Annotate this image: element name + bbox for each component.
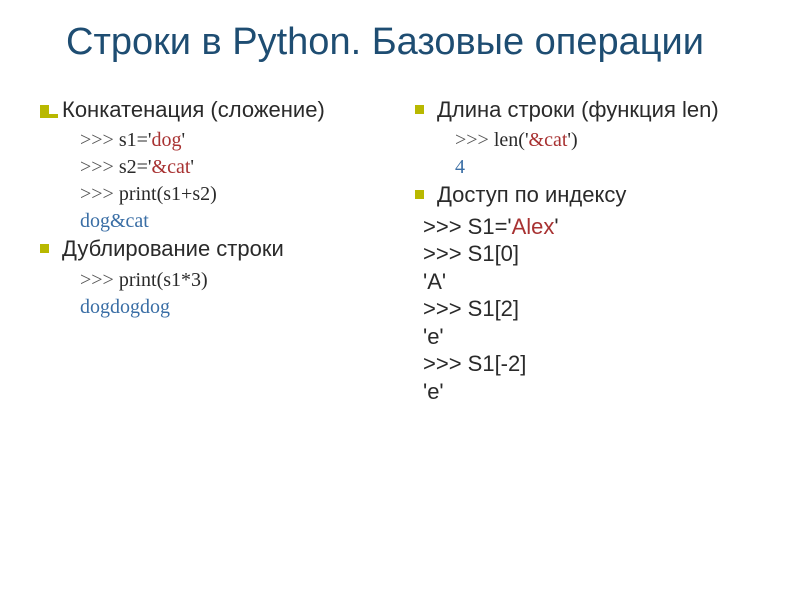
bullet-index-access: Доступ по индексу bbox=[415, 181, 760, 209]
output-index-neg2: 'e' bbox=[415, 378, 760, 406]
code-text: S1[-2] bbox=[468, 351, 527, 376]
code-s1-alex: >>> S1='Alex' bbox=[415, 213, 760, 241]
code-print-concat: >>> print(s1+s2) bbox=[40, 181, 385, 208]
prompt: >>> bbox=[455, 129, 494, 151]
code-index-neg2: >>> S1[-2] bbox=[415, 350, 760, 378]
code-index-2: >>> S1[2] bbox=[415, 295, 760, 323]
prompt: >>> bbox=[423, 241, 468, 266]
code-text: s1=' bbox=[119, 129, 152, 151]
prompt: >>> bbox=[80, 129, 119, 151]
prompt: >>> bbox=[80, 269, 119, 291]
prompt: >>> bbox=[80, 183, 119, 205]
code-close: ' bbox=[190, 156, 194, 178]
code-text: print(s1*3) bbox=[119, 269, 208, 291]
code-text: s2=' bbox=[119, 156, 152, 178]
slide-title: Строки в Python. Базовые операции bbox=[66, 20, 760, 66]
output-len: 4 bbox=[415, 154, 760, 181]
prompt: >>> bbox=[80, 156, 119, 178]
code-s2-assign: >>> s2='&cat' bbox=[40, 154, 385, 181]
bullet-length: Длина строки (функция len) bbox=[415, 96, 760, 124]
code-close: ' bbox=[554, 214, 558, 239]
slide-content: Конкатенация (сложение) >>> s1='dog' >>>… bbox=[40, 96, 760, 406]
code-s1-assign: >>> s1='dog' bbox=[40, 127, 385, 154]
code-close: ') bbox=[567, 129, 577, 151]
bullet-concatenation: Конкатенация (сложение) bbox=[40, 96, 385, 124]
code-close: ' bbox=[182, 129, 186, 151]
prompt: >>> bbox=[423, 214, 468, 239]
right-column: Длина строки (функция len) >>> len('&cat… bbox=[415, 96, 760, 406]
output-concat: dog&cat bbox=[40, 208, 385, 235]
output-repeat: dogdogdog bbox=[40, 294, 385, 321]
code-text: S1=' bbox=[468, 214, 512, 239]
prompt: >>> bbox=[423, 296, 468, 321]
code-len: >>> len('&cat') bbox=[415, 127, 760, 154]
code-text: len(' bbox=[494, 129, 529, 151]
code-text: S1[0] bbox=[468, 241, 519, 266]
output-index-0: 'A' bbox=[415, 268, 760, 296]
output-index-2: 'e' bbox=[415, 323, 760, 351]
code-print-repeat: >>> print(s1*3) bbox=[40, 267, 385, 294]
bullet-duplication: Дублирование строки bbox=[40, 235, 385, 263]
string-value: Alex bbox=[512, 214, 555, 239]
string-value: dog bbox=[152, 129, 182, 151]
code-index-0: >>> S1[0] bbox=[415, 240, 760, 268]
slide-title-area: Строки в Python. Базовые операции bbox=[40, 20, 760, 66]
string-value: &cat bbox=[529, 129, 568, 151]
prompt: >>> bbox=[423, 351, 468, 376]
code-text: print(s1+s2) bbox=[119, 183, 217, 205]
string-value: &cat bbox=[152, 156, 191, 178]
left-column: Конкатенация (сложение) >>> s1='dog' >>>… bbox=[40, 96, 385, 406]
code-text: S1[2] bbox=[468, 296, 519, 321]
